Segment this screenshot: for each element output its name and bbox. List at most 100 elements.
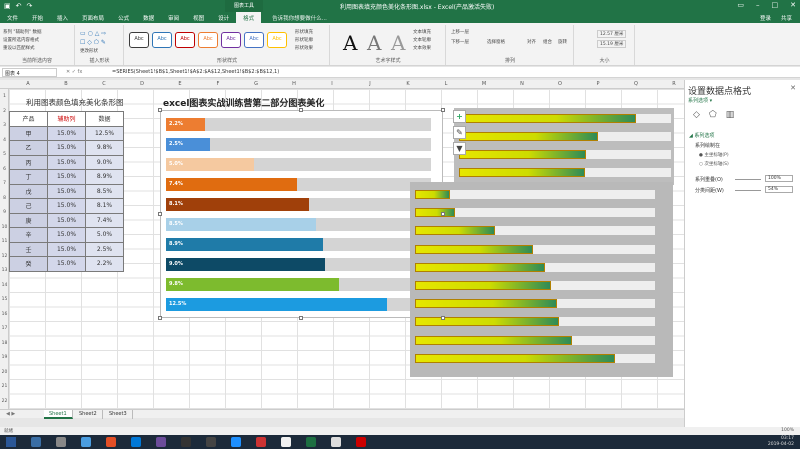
pane-close-icon[interactable]: ✕ xyxy=(790,84,796,92)
gap-slider[interactable] xyxy=(735,190,761,191)
row-header-2[interactable]: 2 xyxy=(0,109,9,114)
row-header-15[interactable]: 15 xyxy=(0,297,9,302)
bar-乙[interactable]: 9.8% xyxy=(166,278,340,291)
selection-handle[interactable] xyxy=(158,212,162,216)
taskbar-app-icon[interactable] xyxy=(106,437,116,447)
row-header-12[interactable]: 12 xyxy=(0,254,9,259)
column-header-M[interactable]: M xyxy=(465,81,503,87)
table-cell[interactable]: 15.0% xyxy=(47,140,86,156)
column-header-J[interactable]: J xyxy=(351,81,389,87)
shape-style-6[interactable]: Abc xyxy=(267,32,287,48)
sheet-nav-arrows-icon[interactable]: ◀ ▶ xyxy=(6,411,15,417)
taskbar-app-icon[interactable] xyxy=(156,437,166,447)
table-cell[interactable]: 丁 xyxy=(9,169,48,185)
table-cell[interactable]: 15.0% xyxy=(47,169,86,185)
table-cell[interactable]: 丙 xyxy=(9,154,48,170)
taskbar-app-icon[interactable] xyxy=(356,437,366,447)
table-cell[interactable]: 甲 xyxy=(9,125,48,141)
primary-axis-radio[interactable]: ● 主坐标轴(P) xyxy=(699,152,729,158)
wordart-style-3[interactable]: A xyxy=(391,31,405,55)
bar-壬[interactable]: 2.5% xyxy=(166,138,211,151)
shapes-gallery-row2-icon[interactable]: ☐ ◇ ⬠ ✎ xyxy=(80,39,106,46)
text-fill-button[interactable]: 文本填充 xyxy=(413,29,431,35)
row-header-4[interactable]: 4 xyxy=(0,138,9,143)
chart-elements-button[interactable]: + xyxy=(453,110,466,123)
table-cell[interactable]: 2.2% xyxy=(85,256,124,272)
bar-甲[interactable]: 12.5% xyxy=(166,298,387,311)
minimize-icon[interactable]: – xyxy=(756,1,760,9)
selection-handle[interactable] xyxy=(299,108,303,112)
selection-handle[interactable] xyxy=(441,108,445,112)
sheet-tab-Sheet1[interactable]: Sheet1 xyxy=(44,410,73,419)
selection-handle[interactable] xyxy=(158,108,162,112)
row-header-13[interactable]: 13 xyxy=(0,268,9,273)
row-header-6[interactable]: 6 xyxy=(0,167,9,172)
shape-style-2[interactable]: Abc xyxy=(175,32,195,48)
table-cell[interactable]: 7.4% xyxy=(85,212,124,228)
sheet-tab-Sheet3[interactable]: Sheet3 xyxy=(104,410,133,419)
shape-style-4[interactable]: Abc xyxy=(221,32,241,48)
width-input[interactable]: 15.19 厘米 xyxy=(597,40,627,48)
taskbar-app-icon[interactable] xyxy=(256,437,266,447)
gradient-bar[interactable] xyxy=(459,168,585,177)
sheet-tab-Sheet2[interactable]: Sheet2 xyxy=(74,410,103,419)
background-bar-chart[interactable] xyxy=(454,108,674,185)
save-icon[interactable]: ▣ xyxy=(4,2,11,10)
height-input[interactable]: 12.57 厘米 xyxy=(597,30,627,38)
table-cell[interactable]: 乙 xyxy=(9,140,48,156)
row-header-8[interactable]: 8 xyxy=(0,196,9,201)
row-header-7[interactable]: 7 xyxy=(0,181,9,186)
table-cell[interactable]: 庚 xyxy=(9,212,48,228)
tab-9[interactable]: 格式 xyxy=(236,12,262,23)
taskbar-app-icon[interactable] xyxy=(306,437,316,447)
bar-丁[interactable]: 8.9% xyxy=(166,238,324,251)
tab-0[interactable]: 文件 xyxy=(0,12,25,23)
table-cell[interactable]: 8.1% xyxy=(85,198,124,214)
table-cell[interactable]: 辛 xyxy=(9,227,48,243)
gradient-bar-2[interactable] xyxy=(415,208,455,218)
name-box[interactable]: 图表 4 xyxy=(2,68,57,77)
format-selection-button[interactable]: 设置所选内容格式 xyxy=(3,37,39,43)
selection-pane-button[interactable]: 选择窗格 xyxy=(487,39,505,45)
fill-line-icon[interactable]: ◇ xyxy=(693,110,700,120)
taskbar-app-icon[interactable] xyxy=(331,437,341,447)
shape-style-5[interactable]: Abc xyxy=(244,32,264,48)
row-header-9[interactable]: 9 xyxy=(0,210,9,215)
shape-effects-button[interactable]: 形状效果 xyxy=(295,45,313,51)
tab-3[interactable]: 页面布局 xyxy=(75,12,111,23)
bar-己[interactable]: 8.1% xyxy=(166,198,310,211)
row-header-16[interactable]: 16 xyxy=(0,312,9,317)
taskbar-app-icon[interactable] xyxy=(31,437,41,447)
undo-icon[interactable]: ↶ xyxy=(16,2,22,10)
taskbar-app-icon[interactable] xyxy=(81,437,91,447)
row-header-11[interactable]: 11 xyxy=(0,239,9,244)
taskbar-app-icon[interactable] xyxy=(281,437,291,447)
gradient-bar[interactable] xyxy=(459,132,598,141)
bring-forward-button[interactable]: 上移一层 xyxy=(451,29,469,35)
tab-7[interactable]: 视图 xyxy=(186,12,211,23)
tab-4[interactable]: 公式 xyxy=(111,12,136,23)
table-cell[interactable]: 己 xyxy=(9,198,48,214)
taskbar-app-icon[interactable] xyxy=(131,437,141,447)
group-button[interactable]: 组合 xyxy=(543,39,552,45)
table-cell[interactable]: 2.5% xyxy=(85,241,124,257)
gradient-bar-4[interactable] xyxy=(415,244,534,254)
share-button[interactable]: 共享 xyxy=(781,14,792,22)
colored-bar-chart[interactable]: 2.2% 2.5% 5.0% 7.4% 8.1% 8.5% 8.9% 9.0% 9.8% 12.5… xyxy=(160,110,443,318)
effects-icon[interactable]: ⬠ xyxy=(709,110,717,120)
secondary-axis-radio[interactable]: ○ 次坐标轴(S) xyxy=(699,161,729,167)
chart-element-select[interactable]: 系列 "辅助列" 数据 xyxy=(3,29,42,35)
shape-outline-button[interactable]: 形状轮廓 xyxy=(295,37,313,43)
redo-icon[interactable]: ↷ xyxy=(27,2,33,10)
sign-in-link[interactable]: 登录 xyxy=(760,14,771,22)
gradient-bar[interactable] xyxy=(459,150,587,159)
wordart-style-2[interactable]: A xyxy=(367,31,381,55)
table-header-cell[interactable]: 数据 xyxy=(85,111,124,127)
column-header-F[interactable]: F xyxy=(199,81,237,87)
column-header-O[interactable]: O xyxy=(541,81,579,87)
gap-width-input[interactable]: 54% xyxy=(765,186,793,193)
bar-癸[interactable]: 2.2% xyxy=(166,118,205,131)
taskbar-app-icon[interactable] xyxy=(206,437,216,447)
table-cell[interactable]: 15.0% xyxy=(47,154,86,170)
tab-2[interactable]: 插入 xyxy=(50,12,75,23)
